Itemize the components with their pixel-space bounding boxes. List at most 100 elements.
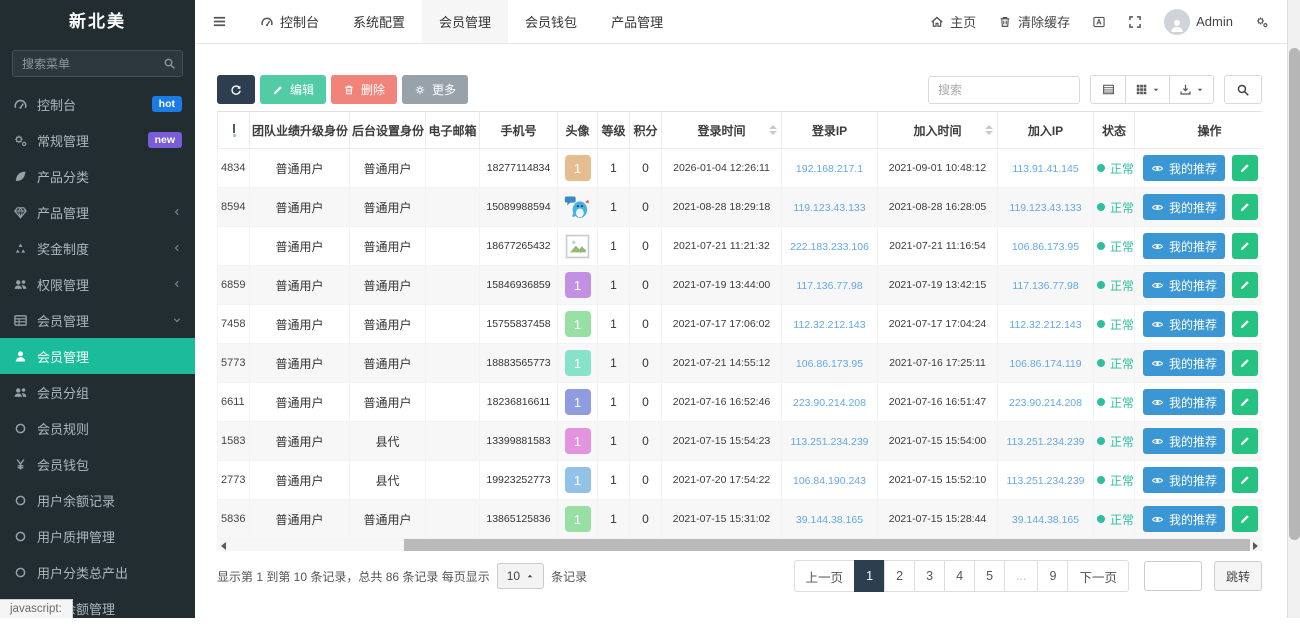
column-header[interactable]: 头像 [558,112,598,149]
table-row[interactable]: 5836 普通用户 普通用户 13865125836 1 1 0 [218,500,1263,539]
ip-link[interactable]: 106.86.173.95 [1012,241,1079,253]
row-edit-button[interactable] [1232,467,1258,493]
my-referrals-button[interactable]: 我的推荐 [1143,506,1225,532]
row-edit-button[interactable] [1232,155,1258,181]
sidebar-search-input[interactable] [12,50,183,77]
sidebar-subitem[interactable]: 用户质押管理 [0,518,195,554]
table-row[interactable]: 2773 普通用户 县代 19923252773 1 1 0 [218,461,1263,500]
page-button[interactable]: 4 [944,560,975,592]
column-header[interactable]: 登录IP [782,112,878,149]
sidebar-subitem[interactable]: 会员规则 [0,410,195,446]
ip-link[interactable]: 223.90.214.208 [793,397,866,409]
ip-link[interactable]: 106.86.174.119 [1009,358,1081,370]
my-referrals-button[interactable]: 我的推荐 [1143,467,1225,493]
ip-link[interactable]: 119.123.43.133 [793,202,865,214]
sidebar-item[interactable]: 控制台 hot [0,86,195,122]
row-edit-button[interactable] [1232,233,1258,259]
table-row[interactable]: 6611 普通用户 普通用户 18236816611 1 1 0 [218,383,1263,422]
fullscreen-button[interactable] [1117,0,1153,43]
page-button[interactable]: 2 [884,560,915,592]
sidebar-subitem[interactable]: 会员管理 [0,338,195,374]
sidebar-subitem[interactable]: 会员钱包 [0,446,195,482]
column-header[interactable]: 加入时间 [878,112,998,149]
column-header[interactable]: 登录时间 [662,112,782,149]
navbar-tab[interactable]: 产品管理 [594,0,680,43]
row-edit-button[interactable] [1232,194,1258,220]
clear-cache-button[interactable]: 清除缓存 [987,0,1081,43]
sidebar-item[interactable]: 产品分类 [0,158,195,194]
ip-link[interactable]: 113.91.41.145 [1012,163,1078,175]
ip-link[interactable]: 117.136.77.98 [1012,280,1078,292]
ip-link[interactable]: 119.123.43.133 [1009,202,1081,214]
page-button[interactable]: 上一页 [794,560,856,592]
page-button[interactable]: 下一页 [1067,560,1129,592]
column-header[interactable]: 手机号 [480,112,558,149]
ip-link[interactable]: 222.183.233.106 [790,241,869,253]
ip-link[interactable]: 117.136.77.98 [796,280,862,292]
column-header[interactable]: 积分 [630,112,662,149]
column-header[interactable]: 团队业绩升级身份 [250,112,350,149]
ip-link[interactable]: 112.32.212.143 [793,319,865,331]
scroll-left-arrow[interactable] [221,542,226,550]
horizontal-scrollbar-thumb[interactable] [404,539,1250,551]
vertical-scrollbar-thumb[interactable] [1289,48,1300,540]
navbar-tab[interactable]: 会员钱包 [508,0,594,43]
sidebar-item[interactable]: 产品管理 [0,194,195,230]
column-header[interactable]: 等级 [598,112,630,149]
table-row[interactable]: 4834 普通用户 普通用户 18277114834 1 1 0 [218,149,1263,188]
page-button[interactable]: ... [1004,560,1038,592]
sidebar-subitem[interactable]: 用户余额记录 [0,482,195,518]
column-header[interactable]: 后台设置身份 [350,112,426,149]
sidebar-item[interactable]: 权限管理 [0,266,195,302]
ip-link[interactable]: 112.32.212.143 [1009,319,1081,331]
search-submit-button[interactable] [1224,75,1262,104]
my-referrals-button[interactable]: 我的推荐 [1143,272,1225,298]
sidebar-toggle-button[interactable] [195,0,243,43]
sort-icon[interactable] [985,125,993,135]
my-referrals-button[interactable]: 我的推荐 [1143,311,1225,337]
page-button[interactable]: 5 [974,560,1005,592]
settings-button[interactable] [1244,0,1280,43]
table-search-input[interactable] [928,76,1080,104]
my-referrals-button[interactable]: 我的推荐 [1143,155,1225,181]
table-row[interactable]: 5773 普通用户 普通用户 18883565773 1 1 0 [218,344,1263,383]
row-edit-button[interactable] [1232,506,1258,532]
pagination-toggle-button[interactable] [1090,75,1126,104]
row-edit-button[interactable] [1232,272,1258,298]
ip-link[interactable]: 106.84.190.243 [793,475,866,487]
column-header[interactable]: 加入IP [998,112,1094,149]
my-referrals-button[interactable]: 我的推荐 [1143,428,1225,454]
navbar-tab[interactable]: 系统配置 [336,0,422,43]
navbar-tab[interactable]: 会员管理 [422,0,508,43]
home-link[interactable]: 主页 [919,0,987,43]
table-row[interactable]: 6859 普通用户 普通用户 15846936859 1 1 0 [218,266,1263,305]
export-button[interactable] [1169,75,1214,104]
table-row[interactable]: 1583 普通用户 县代 13399881583 1 1 0 [218,422,1263,461]
delete-button[interactable]: 删除 [331,75,397,104]
column-header[interactable]: 电子邮箱 [426,112,480,149]
jump-button[interactable]: 跳转 [1214,561,1262,591]
navbar-tab[interactable]: 控制台 [243,0,336,43]
columns-button[interactable] [1125,75,1170,104]
sidebar-subitem[interactable]: 用户分类总产出 [0,554,195,590]
jump-page-input[interactable] [1144,561,1202,591]
column-header[interactable]: 状态 [1094,112,1135,149]
edit-button[interactable]: 编辑 [260,75,326,104]
vertical-scrollbar[interactable] [1287,0,1300,618]
sidebar-item[interactable]: 常规管理 new [0,122,195,158]
language-button[interactable] [1081,0,1117,43]
column-header[interactable]: 操作 [1135,112,1263,149]
sidebar-item[interactable]: 奖金制度 [0,230,195,266]
table-row[interactable]: 8594 普通用户 普通用户 15089988594 1 0 [218,188,1263,227]
ip-link[interactable]: 192.168.217.1 [796,163,863,175]
user-menu[interactable]: Admin [1153,0,1244,43]
sidebar-subitem[interactable]: 会员分组 [0,374,195,410]
my-referrals-button[interactable]: 我的推荐 [1143,350,1225,376]
page-button[interactable]: 9 [1037,560,1068,592]
page-button[interactable]: 3 [914,560,945,592]
refresh-button[interactable] [217,75,255,104]
ip-link[interactable]: 39.144.38.165 [796,514,863,526]
scroll-right-arrow[interactable] [1253,542,1258,550]
page-button[interactable]: 1 [854,560,885,592]
row-edit-button[interactable] [1232,350,1258,376]
